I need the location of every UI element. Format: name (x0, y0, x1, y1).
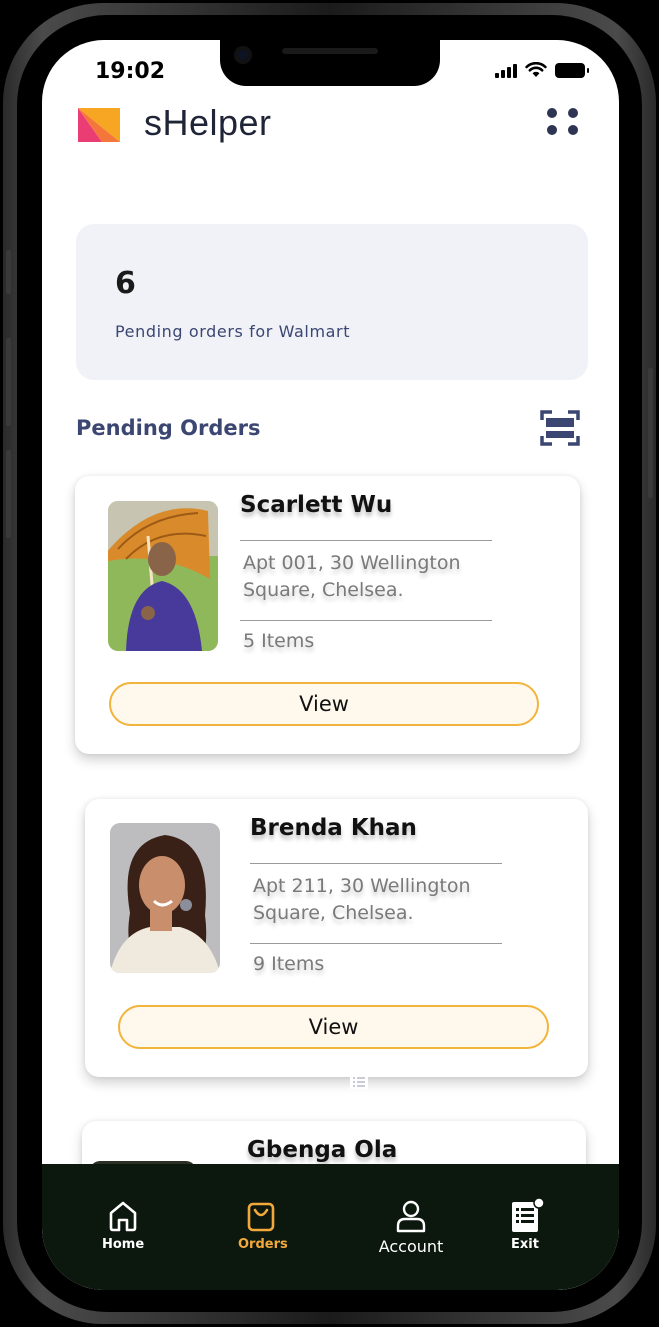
list-icon (350, 1075, 368, 1089)
divider (250, 863, 502, 864)
customer-address: Apt 001, 30 Wellington Square, Chelsea. (243, 552, 461, 601)
section-title: Pending Orders (76, 416, 261, 440)
customer-name: Scarlett Wu (240, 492, 393, 518)
pending-summary-card: 6 Pending orders for Walmart (76, 224, 588, 380)
app-header: sHelper (42, 100, 619, 160)
customer-photo (110, 823, 220, 973)
app-title: sHelper (144, 102, 272, 143)
exit-icon (512, 1198, 544, 1232)
nav-label: Exit (511, 1237, 539, 1252)
user-icon (396, 1200, 426, 1233)
nav-account[interactable]: Account (376, 1198, 446, 1256)
item-count: 5 Items (243, 630, 315, 652)
home-icon (109, 1201, 137, 1232)
bottom-nav: Home Orders Account Exit (42, 1164, 619, 1290)
app-screen: 19:02 sHelper 6 Pending orders for Walma… (42, 40, 619, 1290)
customer-address: Apt 211, 30 Wellington Square, Chelsea. (253, 875, 471, 924)
grid-menu-icon[interactable] (547, 108, 579, 136)
order-card: Scarlett Wu Apt 001, 30 Wellington Squar… (75, 476, 580, 754)
side-button-volume-up (6, 338, 11, 426)
scan-icon[interactable] (540, 410, 580, 446)
view-order-button[interactable]: View (109, 682, 539, 726)
nav-orders[interactable]: Orders (238, 1198, 288, 1252)
side-button-power (648, 368, 653, 498)
divider (250, 943, 502, 944)
pending-count: 6 (115, 266, 136, 301)
pending-label: Pending orders for Walmart (115, 322, 351, 341)
signal-icon (495, 64, 517, 78)
side-button-volume-down (6, 450, 11, 538)
item-count: 9 Items (253, 953, 325, 975)
divider (240, 540, 492, 541)
nav-exit[interactable]: Exit (508, 1198, 544, 1252)
nav-label: Orders (238, 1237, 288, 1252)
shopping-bag-icon (247, 1202, 275, 1232)
app-logo (78, 108, 120, 142)
nav-label: Home (102, 1237, 145, 1252)
nav-label: Account (378, 1237, 444, 1256)
customer-name: Brenda Khan (250, 815, 417, 841)
status-icons (495, 62, 589, 78)
order-card: Brenda Khan Apt 211, 30 Wellington Squar… (85, 799, 588, 1077)
view-order-button[interactable]: View (118, 1005, 549, 1049)
divider (240, 620, 492, 621)
nav-home[interactable]: Home (102, 1198, 144, 1252)
camera-icon (234, 46, 252, 64)
customer-photo (108, 501, 218, 651)
customer-name: Gbenga Ola (247, 1137, 398, 1163)
side-button-mute (6, 250, 11, 294)
speaker (282, 48, 378, 54)
status-time: 19:02 (95, 59, 166, 84)
battery-icon (555, 63, 589, 78)
notch (220, 40, 440, 86)
wifi-icon (525, 62, 547, 77)
